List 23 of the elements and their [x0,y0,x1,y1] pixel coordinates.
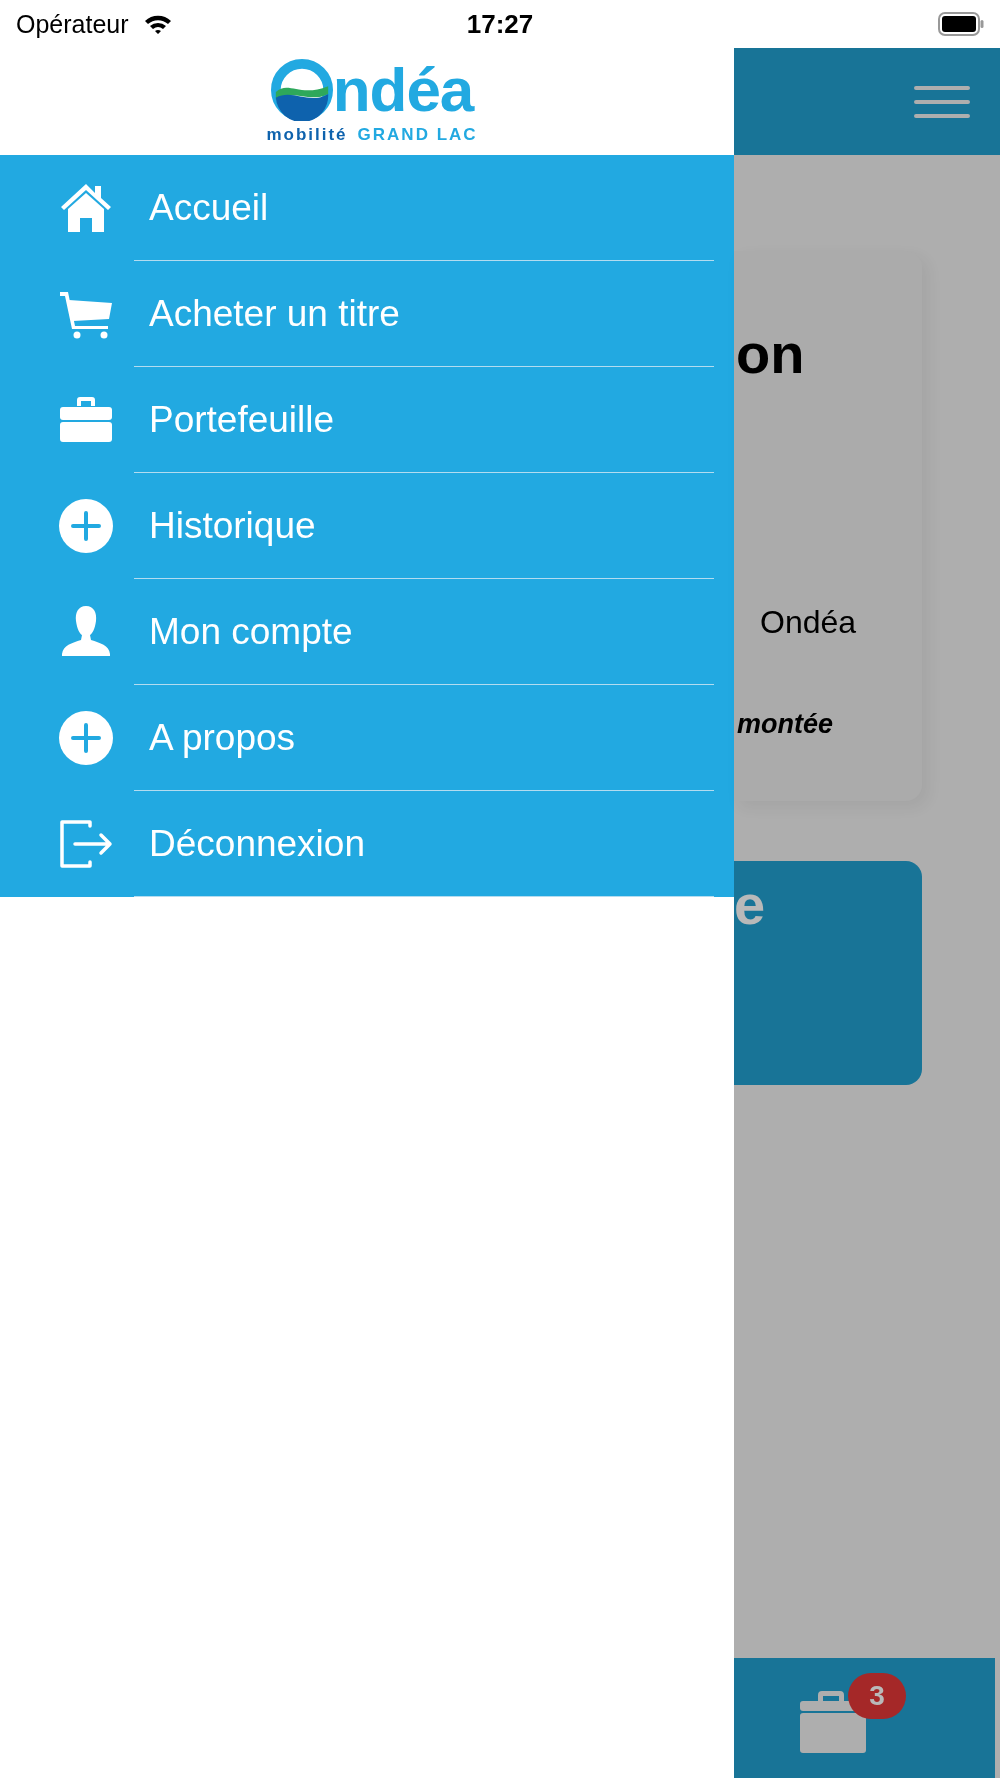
logo-tagline: mobilité [266,124,348,145]
menu-item[interactable]: A propos [0,685,734,791]
status-time: 17:27 [466,8,534,40]
menu-item[interactable]: Accueil [0,155,734,261]
logo-tagline: GRAND LAC [357,124,478,145]
battery-icon [938,12,984,36]
menu-item[interactable]: Mon compte [0,579,734,685]
carrier-name: Opérateur [16,9,129,39]
plus-circle-icon [58,710,114,766]
menu-item[interactable]: Historique [0,473,734,579]
action-card[interactable]: e [734,861,922,1085]
card-title: on [736,321,806,386]
briefcase-icon[interactable] [798,1689,868,1755]
wave-logo-icon [270,58,333,121]
count-badge: 3 [848,1673,906,1719]
menu-item[interactable]: Acheter un titre [0,261,734,367]
menu-icon[interactable] [914,84,970,119]
menu-item[interactable]: Déconnexion [0,791,734,897]
card-caption: montée [737,709,835,740]
menu-item[interactable]: Portefeuille [0,367,734,473]
card-text: Ondéa [760,604,858,641]
plus-circle-icon [58,498,114,554]
logo-wordmark: ndéa [332,58,474,121]
